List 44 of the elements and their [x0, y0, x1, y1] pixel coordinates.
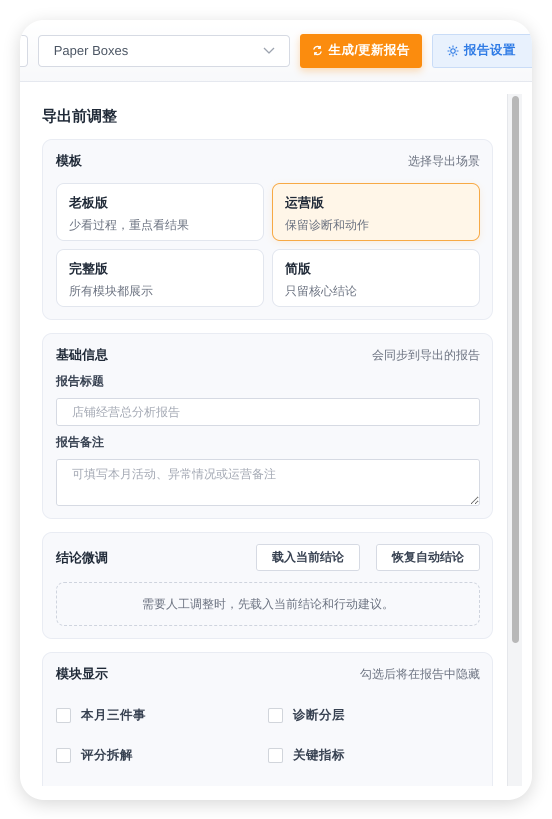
template-option[interactable]: 运营版 保留诊断和动作 [272, 183, 480, 241]
checkbox[interactable] [268, 748, 283, 762]
conclusion-button[interactable]: 载入当前结论 [256, 544, 360, 571]
checkbox-label: 诊断分层 [293, 706, 345, 724]
dropdown-field[interactable] [20, 34, 28, 66]
option-description: 保留诊断和动作 [285, 217, 370, 234]
field-label: 报告备注 [56, 434, 105, 451]
option-title: 老板版 [69, 194, 109, 212]
checkbox[interactable] [56, 708, 71, 722]
section-title: 结论微调 [56, 548, 108, 566]
checkbox[interactable] [56, 748, 71, 762]
checkbox-label: 关键指标 [293, 746, 345, 764]
option-title: 完整版 [69, 260, 109, 278]
scrollbar-thumb[interactable] [512, 96, 518, 643]
field-label: 报告标题 [56, 373, 105, 390]
option-description: 只留核心结论 [285, 283, 358, 300]
section-hint: 选择导出场景 [408, 152, 480, 170]
scrollbar[interactable] [507, 94, 522, 786]
dropdown-value: Paper Boxes [54, 43, 128, 58]
title-field[interactable]: 店铺经营总分析报告 [56, 398, 480, 426]
section-title: 模板 [56, 152, 82, 170]
template-option[interactable]: 老板版 少看过程，重点看结果 [56, 183, 264, 241]
option-description: 少看过程，重点看结果 [69, 217, 190, 234]
settings-icon [447, 44, 459, 56]
conclusion-button[interactable]: 恢复自动结论 [376, 544, 480, 571]
template-option[interactable]: 完整版 所有模块都展示 [56, 249, 264, 307]
section-hint: 勾选后将在报告中隐藏 [360, 666, 480, 682]
empty-message: 需要人工调整时，先载入当前结论和行动建议。 [142, 596, 394, 612]
template-option[interactable]: 简版 只留核心结论 [272, 249, 480, 307]
panel-title: 导出前调整 [42, 107, 118, 126]
checkbox[interactable] [268, 708, 283, 722]
section-title: 模块显示 [56, 665, 108, 683]
report-settings-button[interactable]: 报告设置 [432, 34, 532, 68]
option-title: 简版 [285, 260, 312, 278]
section-title: 基础信息 [56, 346, 108, 364]
store-dropdown[interactable]: Paper Boxes [38, 34, 290, 66]
chevron-down-icon [263, 46, 276, 54]
checkbox-label: 评分拆解 [81, 746, 133, 764]
refresh-icon [312, 45, 324, 56]
notes-field[interactable]: 可填写本月活动、异常情况或运营备注 [56, 459, 480, 506]
checkbox-label: 本月三件事 [81, 706, 146, 724]
section-hint: 会同步到导出的报告 [372, 346, 480, 364]
option-description: 所有模块都展示 [69, 283, 154, 300]
option-title: 运营版 [285, 194, 325, 212]
